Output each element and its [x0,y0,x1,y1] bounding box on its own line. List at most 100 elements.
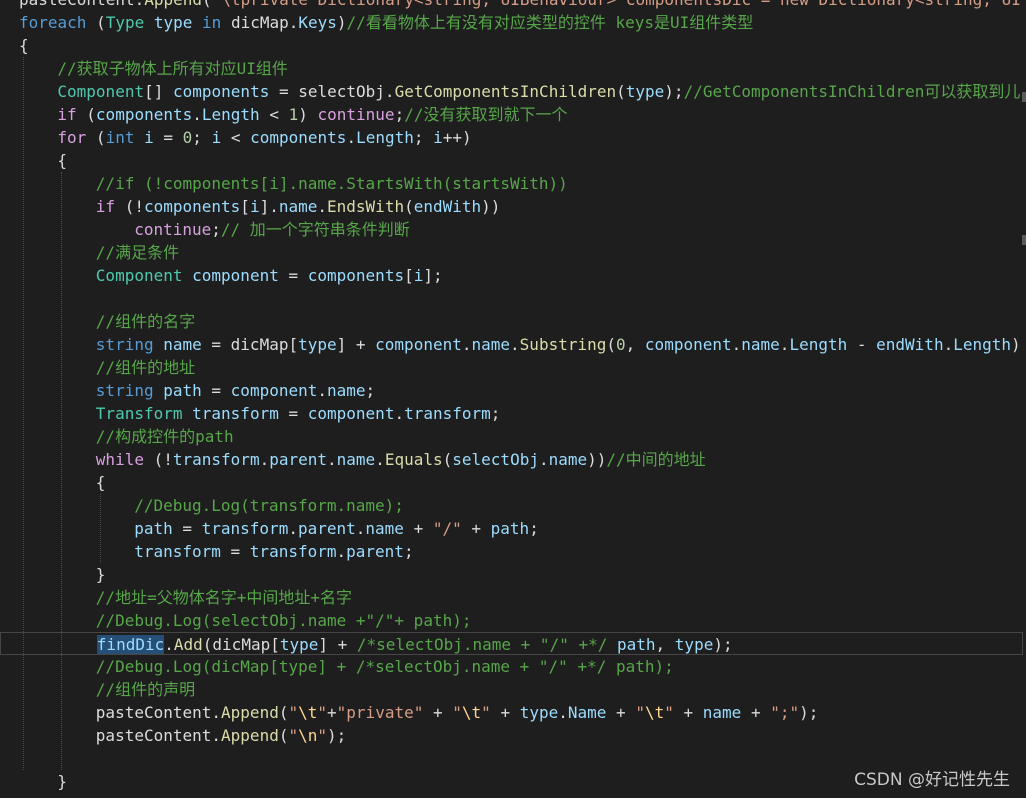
code-token: < [259,105,289,124]
code-token: ; [403,542,414,561]
code-token: name [163,335,202,354]
code-token: Append [221,703,279,722]
code-line[interactable]: //组件的声明 [0,678,1026,701]
code-token: pasteContent. [19,0,144,9]
code-token: " [317,703,328,722]
code-token: = dicMap[ [201,335,299,354]
code-token: ] + [336,335,376,354]
code-editor[interactable]: pasteContent.Append("\tprivate Dictionar… [0,0,1026,798]
code-line[interactable]: Component[] components = selectObj.GetCo… [0,80,1026,103]
code-token: transform [249,542,337,561]
code-token: //中间的地址 [606,450,706,469]
code-token: ; [192,128,212,147]
code-token: + [461,519,491,538]
code-line[interactable]: string name = dicMap[type] + component.n… [0,333,1026,356]
code-token: component [375,335,462,354]
code-token: components [143,197,241,216]
code-line[interactable]: { [0,471,1026,494]
code-token: transform [404,404,491,423]
code-token: //没有获取到就下一个 [404,105,568,124]
code-token: selectObj [452,450,539,469]
code-token: ) [298,105,318,124]
code-line[interactable]: path = transform.parent.name + "/" + pat… [0,517,1026,540]
code-line[interactable]: //构成控件的path [0,425,1026,448]
code-token: = selectObj. [269,82,395,101]
code-token: " [635,703,645,722]
code-token: path [163,381,202,400]
code-line[interactable]: Transform transform = component.transfor… [0,402,1026,425]
code-token: name [741,335,780,354]
code-token: pasteContent. [95,703,222,722]
code-token: component [307,404,395,423]
code-line[interactable]: foreach (Type type in dicMap.Keys)//看看物体… [0,11,1026,34]
code-line[interactable]: //Debug.Log(transform.name); [0,494,1026,517]
code-token: + [403,519,433,538]
code-token: findDic [96,635,165,654]
code-token: //GetComponentsInChildren可以获取到儿 [683,82,1021,101]
code-line[interactable]: pasteContent.Append("\t"+"private" + "\t… [0,701,1026,724]
code-line[interactable]: //获取子物体上所有对应UI组件 [0,57,1026,80]
code-line[interactable]: if (!components[i].name.EndsWith(endWith… [0,195,1026,218]
code-line[interactable]: { [0,34,1026,57]
code-line[interactable]: //Debug.Log(dicMap[type] + /*selectObj.n… [0,655,1026,678]
code-token: components [173,82,270,101]
code-line[interactable]: //地址=父物体名字+中间地址+名字 [0,586,1026,609]
code-line[interactable]: while (!transform.parent.name.Equals(sel… [0,448,1026,471]
code-line[interactable]: Component component = components[i]; [0,264,1026,287]
code-token: + [673,703,703,722]
code-token: . [461,335,472,354]
code-line[interactable]: string path = component.name; [0,379,1026,402]
code-token: ; [211,220,221,239]
code-line[interactable]: //组件的地址 [0,356,1026,379]
code-token: Length [953,335,1012,354]
code-line[interactable]: findDic.Add(dicMap[type] + /*selectObj.n… [0,632,1023,655]
code-token: ; [394,105,405,124]
code-line[interactable]: { [0,149,1026,172]
code-token: , [655,635,675,654]
code-line[interactable] [0,287,1026,310]
code-token: if [95,197,116,216]
code-token: Length [356,128,414,147]
code-line[interactable]: //组件的名字 [0,310,1026,333]
code-token: //Debug.Log(selectObj.name +"/"+ path); [95,611,472,630]
scrollbar-markers[interactable] [1020,0,1026,798]
code-token: Substring [519,335,607,354]
code-token: name [327,381,366,400]
code-line[interactable]: //Debug.Log(selectObj.name +"/"+ path); [0,609,1026,632]
code-line[interactable]: pasteContent.Append("\tprivate Dictionar… [0,0,1026,11]
code-token: i [433,128,443,147]
code-token: Add [173,635,203,654]
code-token: [ [240,197,250,216]
code-token: in [202,13,222,32]
code-token: if [57,105,77,124]
code-token: (! [115,197,144,216]
code-token: type [153,13,193,32]
code-line[interactable]: for (int i = 0; i < components.Length; i… [0,126,1026,149]
code-token: i [413,266,424,285]
code-line[interactable]: //if (!components[i].name.StartsWith(sta… [0,172,1026,195]
code-token: + [490,703,520,722]
code-token: path [617,635,656,654]
code-token: . [317,381,328,400]
code-token: )) [587,450,607,469]
code-token: ( [86,128,106,147]
code-token: //组件的声明 [95,680,196,699]
code-token: " [288,703,299,722]
code-token: ( [202,0,212,9]
code-line[interactable]: continue;// 加一个字符串条件判断 [0,218,1026,241]
code-token: . [346,128,357,147]
code-token: ( [606,335,617,354]
code-token: endWith [413,197,482,216]
code-line[interactable]: pasteContent.Append("\n"); [0,724,1026,747]
code-token: = [172,519,202,538]
code-token: name [548,450,588,469]
code-token: Append [221,726,279,745]
code-line[interactable]: if (components.Length < 1) continue;//没有… [0,103,1026,126]
code-token: . [327,450,337,469]
code-token: = [278,266,308,285]
code-line[interactable]: transform = transform.parent; [0,540,1026,563]
code-line[interactable]: } [0,563,1026,586]
code-line[interactable]: //满足条件 [0,241,1026,264]
